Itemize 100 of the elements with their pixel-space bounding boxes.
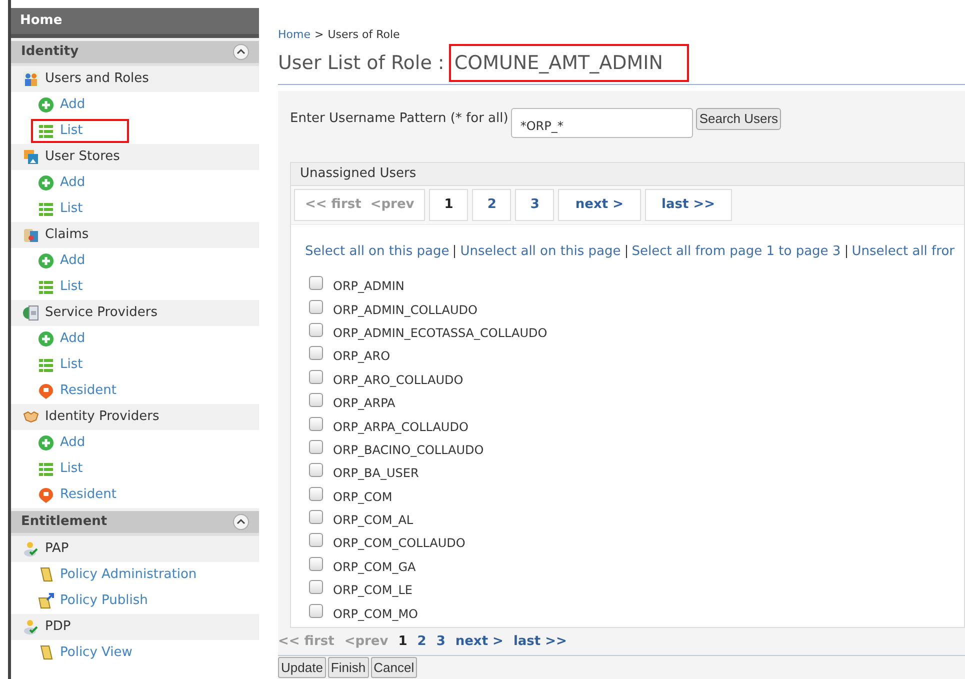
user-name: ORP_COM_LE	[333, 582, 412, 600]
checkbox[interactable]	[309, 440, 323, 454]
checkbox[interactable]	[309, 322, 323, 337]
checkbox[interactable]	[309, 510, 323, 524]
scroll-icon	[38, 645, 54, 661]
menu-link[interactable]: Add	[31, 93, 94, 117]
user-name: ORP_BA_USER	[333, 465, 419, 482]
menu-link[interactable]: List	[31, 457, 91, 481]
menu-group[interactable]: Identity Providers	[11, 404, 259, 430]
field-label: Enter Username Pattern (* for all)	[290, 110, 508, 128]
checkbox[interactable]	[309, 276, 323, 290]
user-name: ORP_COM_GA	[333, 558, 416, 576]
link-divider	[454, 245, 456, 258]
checkbox[interactable]	[309, 486, 323, 501]
checkbox[interactable]	[309, 580, 323, 594]
plus-icon	[38, 331, 54, 347]
plus-icon	[38, 97, 54, 113]
plus-icon	[38, 253, 54, 269]
group-label: Users and Roles	[45, 70, 149, 88]
search-button[interactable]: Search Users	[696, 108, 782, 130]
list-icon	[38, 201, 54, 217]
home-header[interactable]: Home	[11, 8, 259, 38]
menu-link[interactable]: Resident	[31, 483, 124, 507]
menu-group[interactable]: PDP	[11, 614, 259, 640]
menu-link[interactable]: Policy View	[31, 641, 140, 665]
menu-group[interactable]: Claims	[11, 222, 259, 248]
section-title: Identity	[21, 43, 79, 62]
select-link[interactable]: Select all on this page	[305, 242, 450, 262]
checkbox[interactable]	[309, 556, 323, 571]
page-link[interactable]: 2	[417, 632, 426, 652]
menu-link[interactable]: Policy Administration	[31, 563, 205, 587]
pager-link[interactable]: last >>	[644, 189, 732, 221]
user-name: ORP_COM	[333, 488, 392, 506]
menu-group[interactable]: PAP	[11, 536, 259, 562]
group-label: Claims	[45, 226, 89, 244]
checkbox[interactable]	[309, 393, 323, 408]
menu-link[interactable]: Add	[31, 327, 94, 351]
pager-link[interactable]: last >>	[513, 632, 567, 652]
checkbox[interactable]	[309, 604, 323, 618]
collapse-icon[interactable]	[233, 514, 249, 530]
select-link[interactable]: Select all from page 1 to page 3	[632, 242, 841, 262]
user-name: ORP_ADMIN_COLLAUDO	[333, 302, 478, 319]
menu-link[interactable]: Add	[31, 249, 94, 273]
checkbox[interactable]	[309, 463, 323, 478]
role-name: COMUNE_AMT_ADMIN	[449, 44, 689, 82]
user-name: ORP_COM_MO	[333, 606, 418, 623]
checkbox[interactable]	[309, 300, 323, 314]
list-icon	[38, 123, 54, 139]
breadcrumb-current: Users of Role	[328, 27, 400, 43]
page-link[interactable]: 3	[436, 632, 446, 652]
menu-link[interactable]: List	[31, 197, 91, 221]
checkbox[interactable]	[309, 370, 323, 384]
person-icon	[23, 619, 39, 635]
menu-link[interactable]: Add	[31, 431, 94, 455]
section-header[interactable]: Identity	[11, 38, 259, 66]
menu-link[interactable]: Resident	[31, 379, 124, 403]
menu-group[interactable]: Users and Roles	[11, 66, 259, 92]
form-button[interactable]: Finish	[328, 657, 369, 678]
page-title: User List of Role :	[278, 50, 444, 76]
plus-icon	[38, 175, 54, 191]
menu-link[interactable]: List	[31, 119, 129, 143]
link-divider	[846, 245, 847, 258]
users-icon	[23, 71, 39, 87]
breadcrumb-separator: >	[314, 27, 324, 43]
group-label: PDP	[45, 618, 71, 636]
pin-icon	[38, 487, 54, 503]
menu-link[interactable]: List	[31, 353, 91, 377]
section-title: Entitlement	[21, 513, 108, 532]
service-icon	[23, 305, 39, 321]
page-link[interactable]: 2	[472, 189, 512, 221]
menu-group[interactable]: Service Providers	[11, 300, 259, 326]
form-button[interactable]: Cancel	[370, 657, 418, 678]
select-link[interactable]: Unselect all on this page	[460, 242, 621, 262]
select-link[interactable]: Unselect all fror	[852, 242, 954, 262]
list-icon	[38, 461, 54, 477]
section-header[interactable]: Entitlement	[11, 508, 259, 536]
menu-link[interactable]: List	[31, 275, 91, 299]
user-name: ORP_BACINO_COLLAUDO	[333, 442, 484, 459]
panel-header: Unassigned Users	[291, 163, 964, 186]
page-link[interactable]: 3	[515, 189, 554, 221]
breadcrumb-link[interactable]: Home	[278, 27, 310, 44]
user-name: ORP_COM_COLLAUDO	[333, 535, 466, 552]
user-name: ORP_ARO_COLLAUDO	[333, 372, 464, 389]
user-name: ORP_ARPA	[333, 395, 396, 412]
user-name: ORP_ADMIN_ECOTASSA_COLLAUDO	[333, 324, 548, 342]
checkbox[interactable]	[309, 416, 323, 431]
pager-link[interactable]: next >	[558, 189, 640, 221]
pager-link[interactable]: next >	[455, 632, 504, 652]
group-label: PAP	[45, 540, 69, 558]
form-button[interactable]: Update	[278, 657, 326, 678]
user-name: ORP_COM_AL	[333, 512, 414, 530]
menu-link[interactable]: Policy Publish	[31, 589, 156, 613]
menu-link[interactable]: Add	[31, 171, 94, 195]
search-field[interactable]: *ORP_*	[511, 108, 694, 138]
collapse-icon[interactable]	[233, 44, 249, 60]
scroll-icon	[38, 567, 54, 583]
checkbox[interactable]	[309, 533, 323, 548]
checkbox[interactable]	[309, 346, 323, 360]
publish-icon	[38, 593, 54, 609]
menu-group[interactable]: User Stores	[11, 144, 259, 170]
